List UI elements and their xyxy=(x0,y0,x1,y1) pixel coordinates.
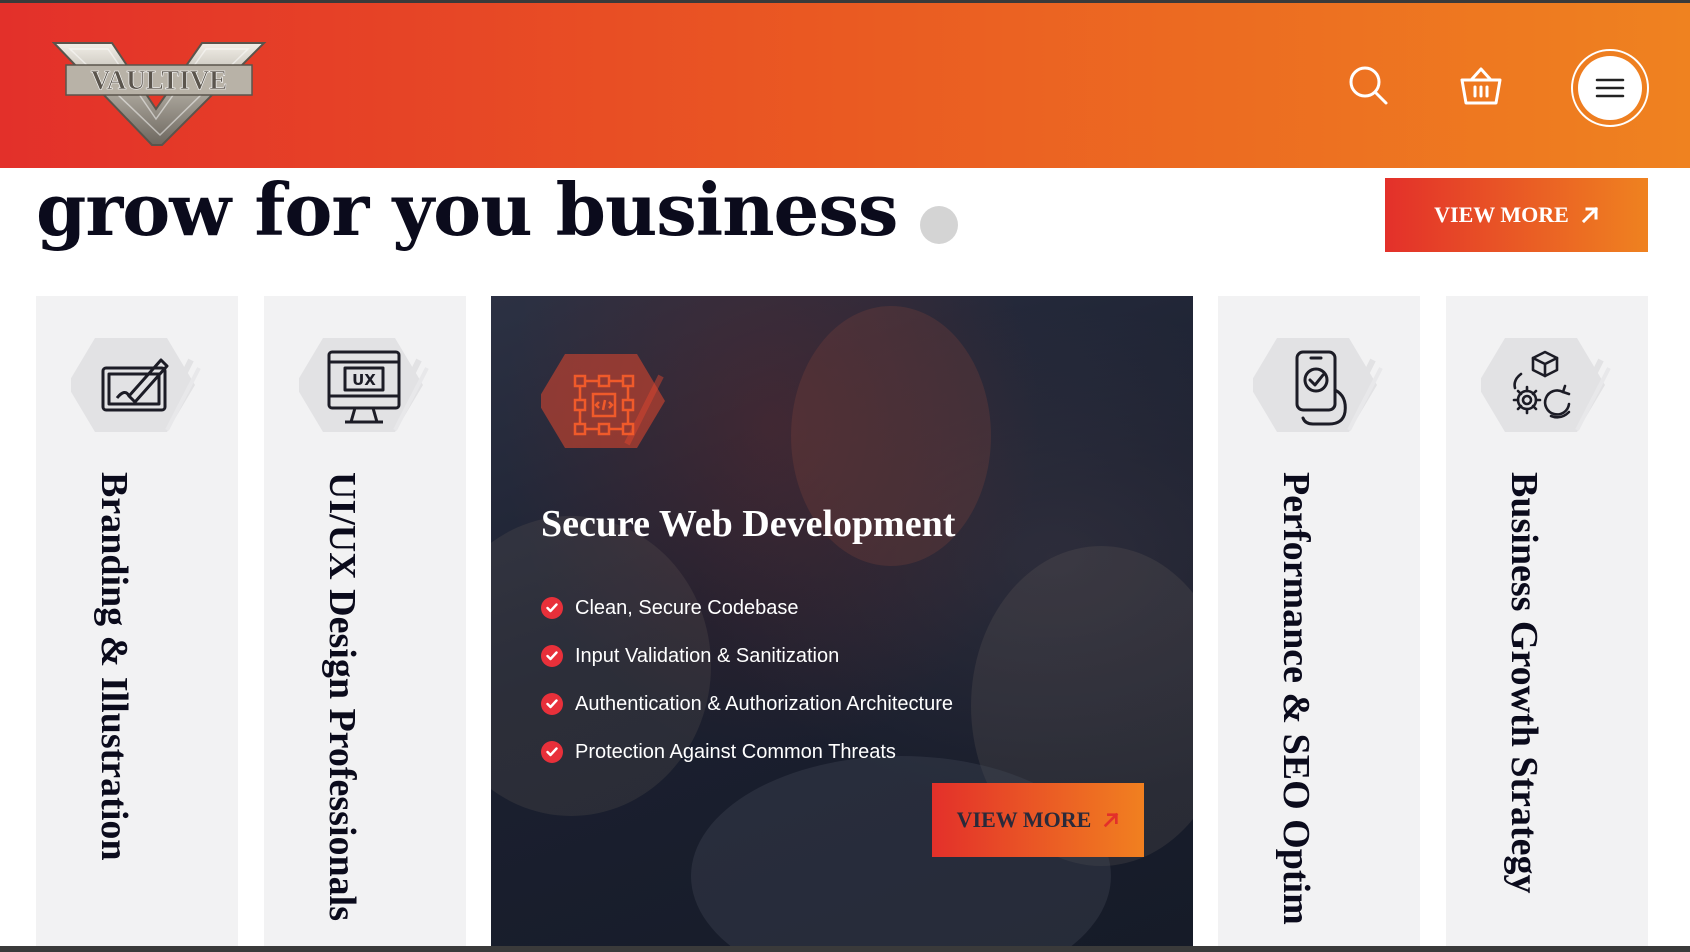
feature-item: Input Validation & Sanitization xyxy=(541,632,953,680)
search-icon[interactable] xyxy=(1344,61,1392,109)
arrow-up-right-icon xyxy=(1104,812,1119,828)
feature-item: Clean, Secure Codebase xyxy=(541,584,953,632)
drawing-tablet-icon xyxy=(67,330,201,440)
feature-label: Input Validation & Sanitization xyxy=(575,644,840,667)
service-card-branding[interactable]: Branding & Illustration xyxy=(36,296,238,946)
service-card-business-growth[interactable]: Business Growth Strategy xyxy=(1446,296,1648,946)
menu-button[interactable] xyxy=(1571,49,1649,127)
cursor-dot xyxy=(920,206,958,244)
card-title: Performance & SEO Optim xyxy=(1275,472,1317,925)
card-title: UI/UX Design Professionals xyxy=(321,472,363,921)
check-icon xyxy=(541,741,563,763)
feature-item: Authentication & Authorization Architect… xyxy=(541,680,953,728)
card-title: Business Growth Strategy xyxy=(1503,472,1545,894)
feature-list: Clean, Secure Codebase Input Validation … xyxy=(541,584,953,776)
phone-check-icon xyxy=(1249,330,1383,440)
feature-label: Protection Against Common Threats xyxy=(575,740,896,763)
card-title: Branding & Illustration xyxy=(93,472,135,861)
site-header: VAULTIVE xyxy=(0,3,1690,168)
service-card-uiux[interactable]: UX UI/UX Design Professionals xyxy=(264,296,466,946)
card-view-more-button[interactable]: VIEW MORE xyxy=(932,783,1144,857)
view-more-label: VIEW MORE xyxy=(956,807,1092,832)
feature-label: Clean, Secure Codebase xyxy=(575,596,799,619)
service-card-secure-web[interactable]: Secure Web Development Clean, Secure Cod… xyxy=(491,296,1193,946)
logo-text: VAULTIVE xyxy=(91,65,228,95)
vaultive-logo[interactable]: VAULTIVE xyxy=(51,39,268,149)
ux-monitor-icon: UX xyxy=(295,330,429,440)
feature-item: Protection Against Common Threats xyxy=(541,728,953,776)
gear-cycle-icon xyxy=(1477,330,1611,440)
svg-text:UX: UX xyxy=(352,371,376,389)
code-network-icon xyxy=(537,346,671,456)
active-card-title: Secure Web Development xyxy=(541,503,956,545)
check-icon xyxy=(541,645,563,667)
hamburger-icon xyxy=(1578,56,1642,120)
view-more-label: VIEW MORE xyxy=(1434,202,1569,227)
check-icon xyxy=(541,597,563,619)
view-more-button[interactable]: VIEW MORE xyxy=(1385,178,1648,252)
arrow-up-right-icon xyxy=(1581,206,1598,224)
bottom-border xyxy=(0,946,1690,952)
service-card-performance-seo[interactable]: Performance & SEO Optim xyxy=(1218,296,1420,946)
section-heading: grow for you business xyxy=(36,167,898,252)
basket-icon[interactable] xyxy=(1454,61,1508,111)
check-icon xyxy=(541,693,563,715)
feature-label: Authentication & Authorization Architect… xyxy=(575,692,954,715)
